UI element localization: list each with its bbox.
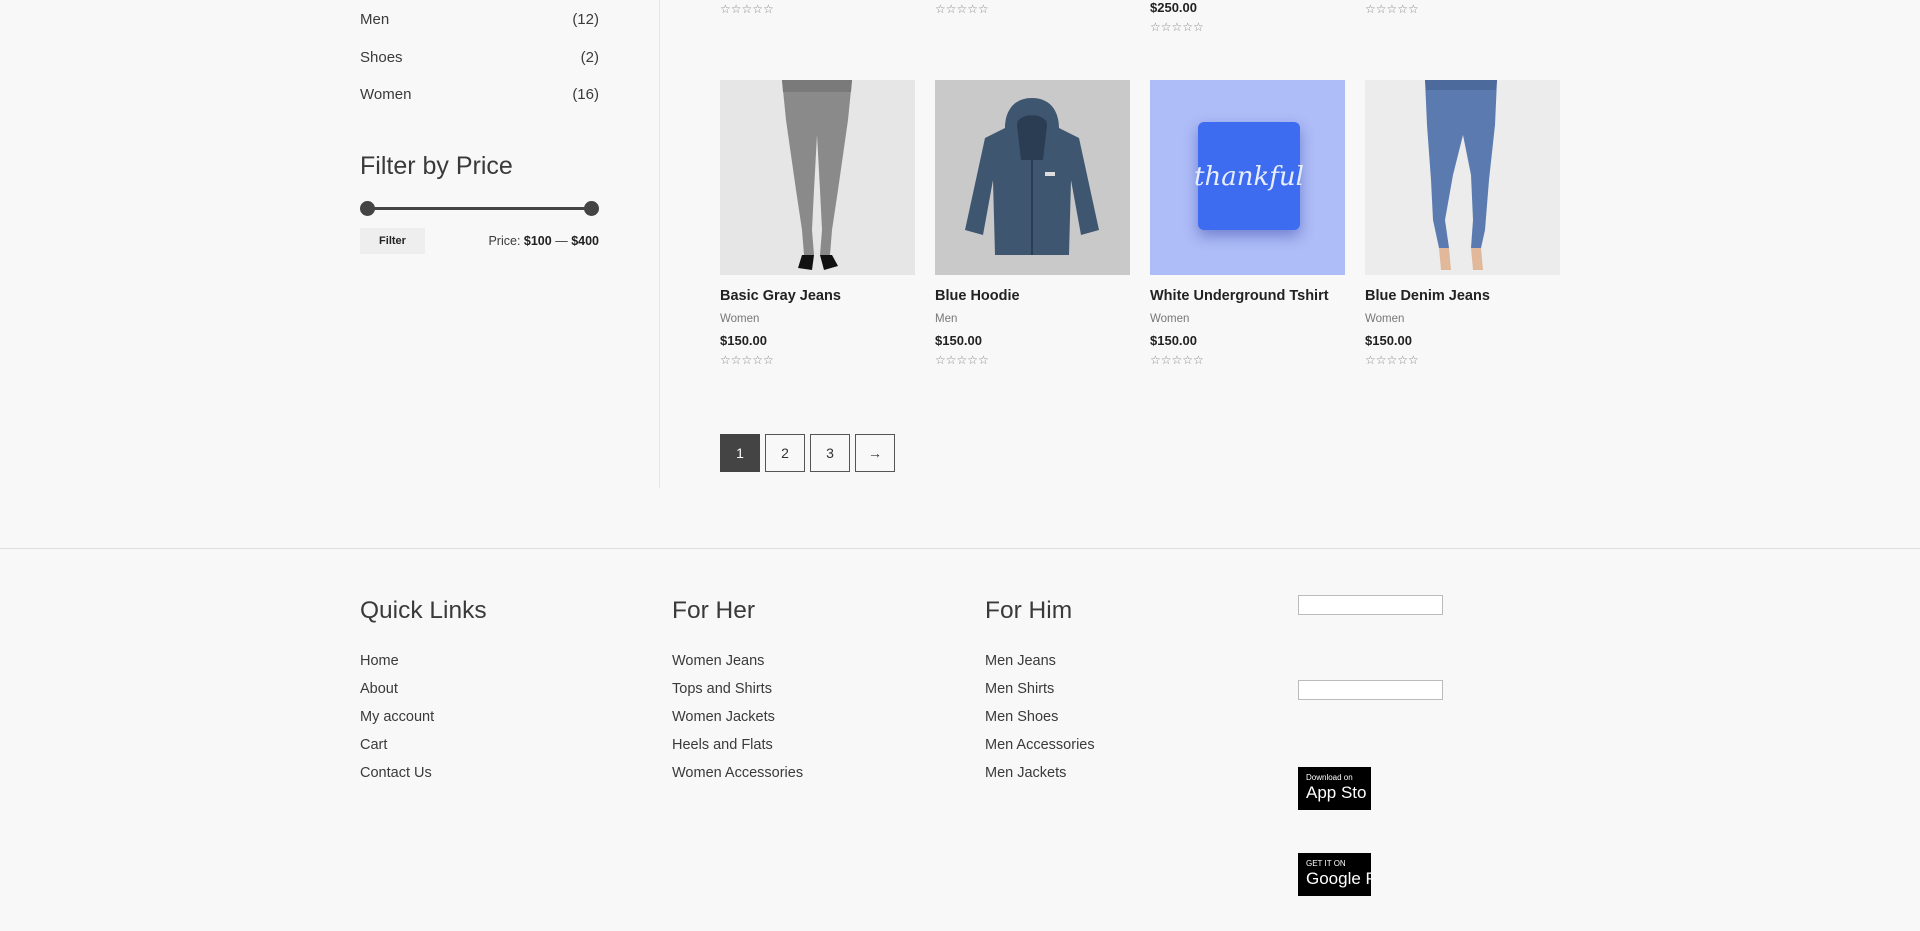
rating-stars: ☆☆☆☆☆: [1365, 353, 1419, 367]
category-item-shoes[interactable]: Shoes (2): [360, 39, 599, 77]
google-play-badge[interactable]: GET IT ON Google P: [1298, 853, 1371, 896]
footer-link-home[interactable]: Home: [360, 647, 487, 675]
product-image-gray-jeans[interactable]: [720, 80, 915, 275]
footer-link-contact[interactable]: Contact Us: [360, 759, 487, 787]
product-card[interactable]: thankful White Underground Tshirt Women …: [1150, 80, 1345, 367]
footer-link-tops-shirts[interactable]: Tops and Shirts: [672, 675, 803, 703]
product-price: $150.00: [720, 333, 767, 348]
footer-link-men-jeans[interactable]: Men Jeans: [985, 647, 1095, 675]
pagination: 1 2 3 →: [720, 434, 895, 472]
product-category[interactable]: Men: [935, 313, 1130, 325]
product-title[interactable]: Blue Hoodie: [935, 288, 1130, 304]
product-image-denim-jeans[interactable]: [1365, 80, 1560, 275]
price-separator: —: [555, 234, 568, 248]
slider-min-handle[interactable]: [360, 201, 375, 216]
category-count: (12): [572, 11, 599, 28]
category-list: Men (12) Shoes (2) Women (16): [360, 1, 599, 114]
footer-link-about[interactable]: About: [360, 675, 487, 703]
rating-stars: ☆☆☆☆☆: [720, 353, 774, 367]
app-store-line2: App Sto: [1306, 783, 1367, 802]
footer-heading: For Her: [672, 597, 756, 624]
page-2-button[interactable]: 2: [765, 434, 805, 472]
app-store-badge[interactable]: Download on App Sto: [1298, 767, 1371, 810]
product-image-blue-hoodie[interactable]: [935, 80, 1130, 275]
slider-max-handle[interactable]: [584, 201, 599, 216]
footer-heading: For Him: [985, 597, 1073, 624]
footer-heading: Quick Links: [360, 597, 487, 624]
rating-stars: ☆☆☆☆☆: [1365, 2, 1419, 16]
next-page-button[interactable]: →: [855, 434, 895, 472]
rating-stars: ☆☆☆☆☆: [720, 2, 774, 16]
category-name[interactable]: Shoes: [360, 39, 403, 77]
footer-link-women-jeans[interactable]: Women Jeans: [672, 647, 803, 675]
category-item-men[interactable]: Men (12): [360, 1, 599, 39]
footer-for-him: For Him Men Jeans Men Shirts Men Shoes M…: [985, 597, 1095, 787]
product-image-tshirt[interactable]: thankful: [1150, 80, 1345, 275]
category-count: (16): [572, 86, 599, 103]
footer-link-cart[interactable]: Cart: [360, 731, 487, 759]
tshirt-print-text: thankful: [1194, 162, 1304, 192]
broken-image-placeholder[interactable]: [1298, 595, 1443, 615]
price-min: $100: [523, 234, 552, 248]
product-title[interactable]: Basic Gray Jeans: [720, 288, 915, 304]
filter-by-price-heading: Filter by Price: [360, 152, 513, 180]
page-3-button[interactable]: 3: [810, 434, 850, 472]
slider-track: [367, 207, 592, 210]
footer-link-heels-flats[interactable]: Heels and Flats: [672, 731, 803, 759]
product-price: $150.00: [1365, 333, 1412, 348]
price-prefix: Price:: [488, 234, 521, 248]
sidebar-divider: [659, 0, 660, 488]
footer-for-her: For Her Women Jeans Tops and Shirts Wome…: [672, 597, 803, 787]
category-name[interactable]: Women: [360, 76, 411, 114]
rating-stars: ☆☆☆☆☆: [935, 353, 989, 367]
category-name[interactable]: Men: [360, 1, 389, 39]
google-play-line1: GET IT ON: [1306, 859, 1346, 868]
product-category[interactable]: Women: [720, 313, 915, 325]
product-price: $250.00: [1150, 0, 1197, 15]
footer-link-my-account[interactable]: My account: [360, 703, 487, 731]
site-footer: Quick Links Home About My account Cart C…: [0, 548, 1920, 931]
product-price: $150.00: [935, 333, 982, 348]
page-1-button[interactable]: 1: [720, 434, 760, 472]
category-count: (2): [580, 48, 599, 66]
app-store-line1: Download on: [1306, 773, 1353, 782]
rating-stars: ☆☆☆☆☆: [935, 2, 989, 16]
product-category[interactable]: Women: [1150, 313, 1345, 325]
product-card[interactable]: Blue Denim Jeans Women $150.00 ☆☆☆☆☆: [1365, 80, 1560, 367]
product-card[interactable]: Blue Hoodie Men $150.00 ☆☆☆☆☆: [935, 80, 1130, 367]
price-max: $400: [571, 234, 599, 248]
price-range-slider[interactable]: [360, 201, 599, 216]
product-title[interactable]: White Underground Tshirt: [1150, 288, 1345, 304]
price-range-label: Price: $100 — $400: [488, 234, 599, 248]
category-item-women[interactable]: Women (16): [360, 76, 599, 114]
footer-link-men-shirts[interactable]: Men Shirts: [985, 675, 1095, 703]
footer-quick-links: Quick Links Home About My account Cart C…: [360, 597, 487, 787]
google-play-line2: Google P: [1306, 869, 1371, 888]
broken-image-placeholder[interactable]: [1298, 680, 1443, 700]
product-card[interactable]: Basic Gray Jeans Women $150.00 ☆☆☆☆☆: [720, 80, 915, 367]
footer-link-men-accessories[interactable]: Men Accessories: [985, 731, 1095, 759]
filter-button[interactable]: Filter: [360, 228, 425, 254]
rating-stars: ☆☆☆☆☆: [1150, 20, 1204, 34]
footer-link-women-accessories[interactable]: Women Accessories: [672, 759, 803, 787]
footer-link-men-jackets[interactable]: Men Jackets: [985, 759, 1095, 787]
product-price: $150.00: [1150, 333, 1197, 348]
footer-link-men-shoes[interactable]: Men Shoes: [985, 703, 1095, 731]
footer-link-women-jackets[interactable]: Women Jackets: [672, 703, 803, 731]
rating-stars: ☆☆☆☆☆: [1150, 353, 1204, 367]
product-title[interactable]: Blue Denim Jeans: [1365, 288, 1560, 304]
product-category[interactable]: Women: [1365, 313, 1560, 325]
